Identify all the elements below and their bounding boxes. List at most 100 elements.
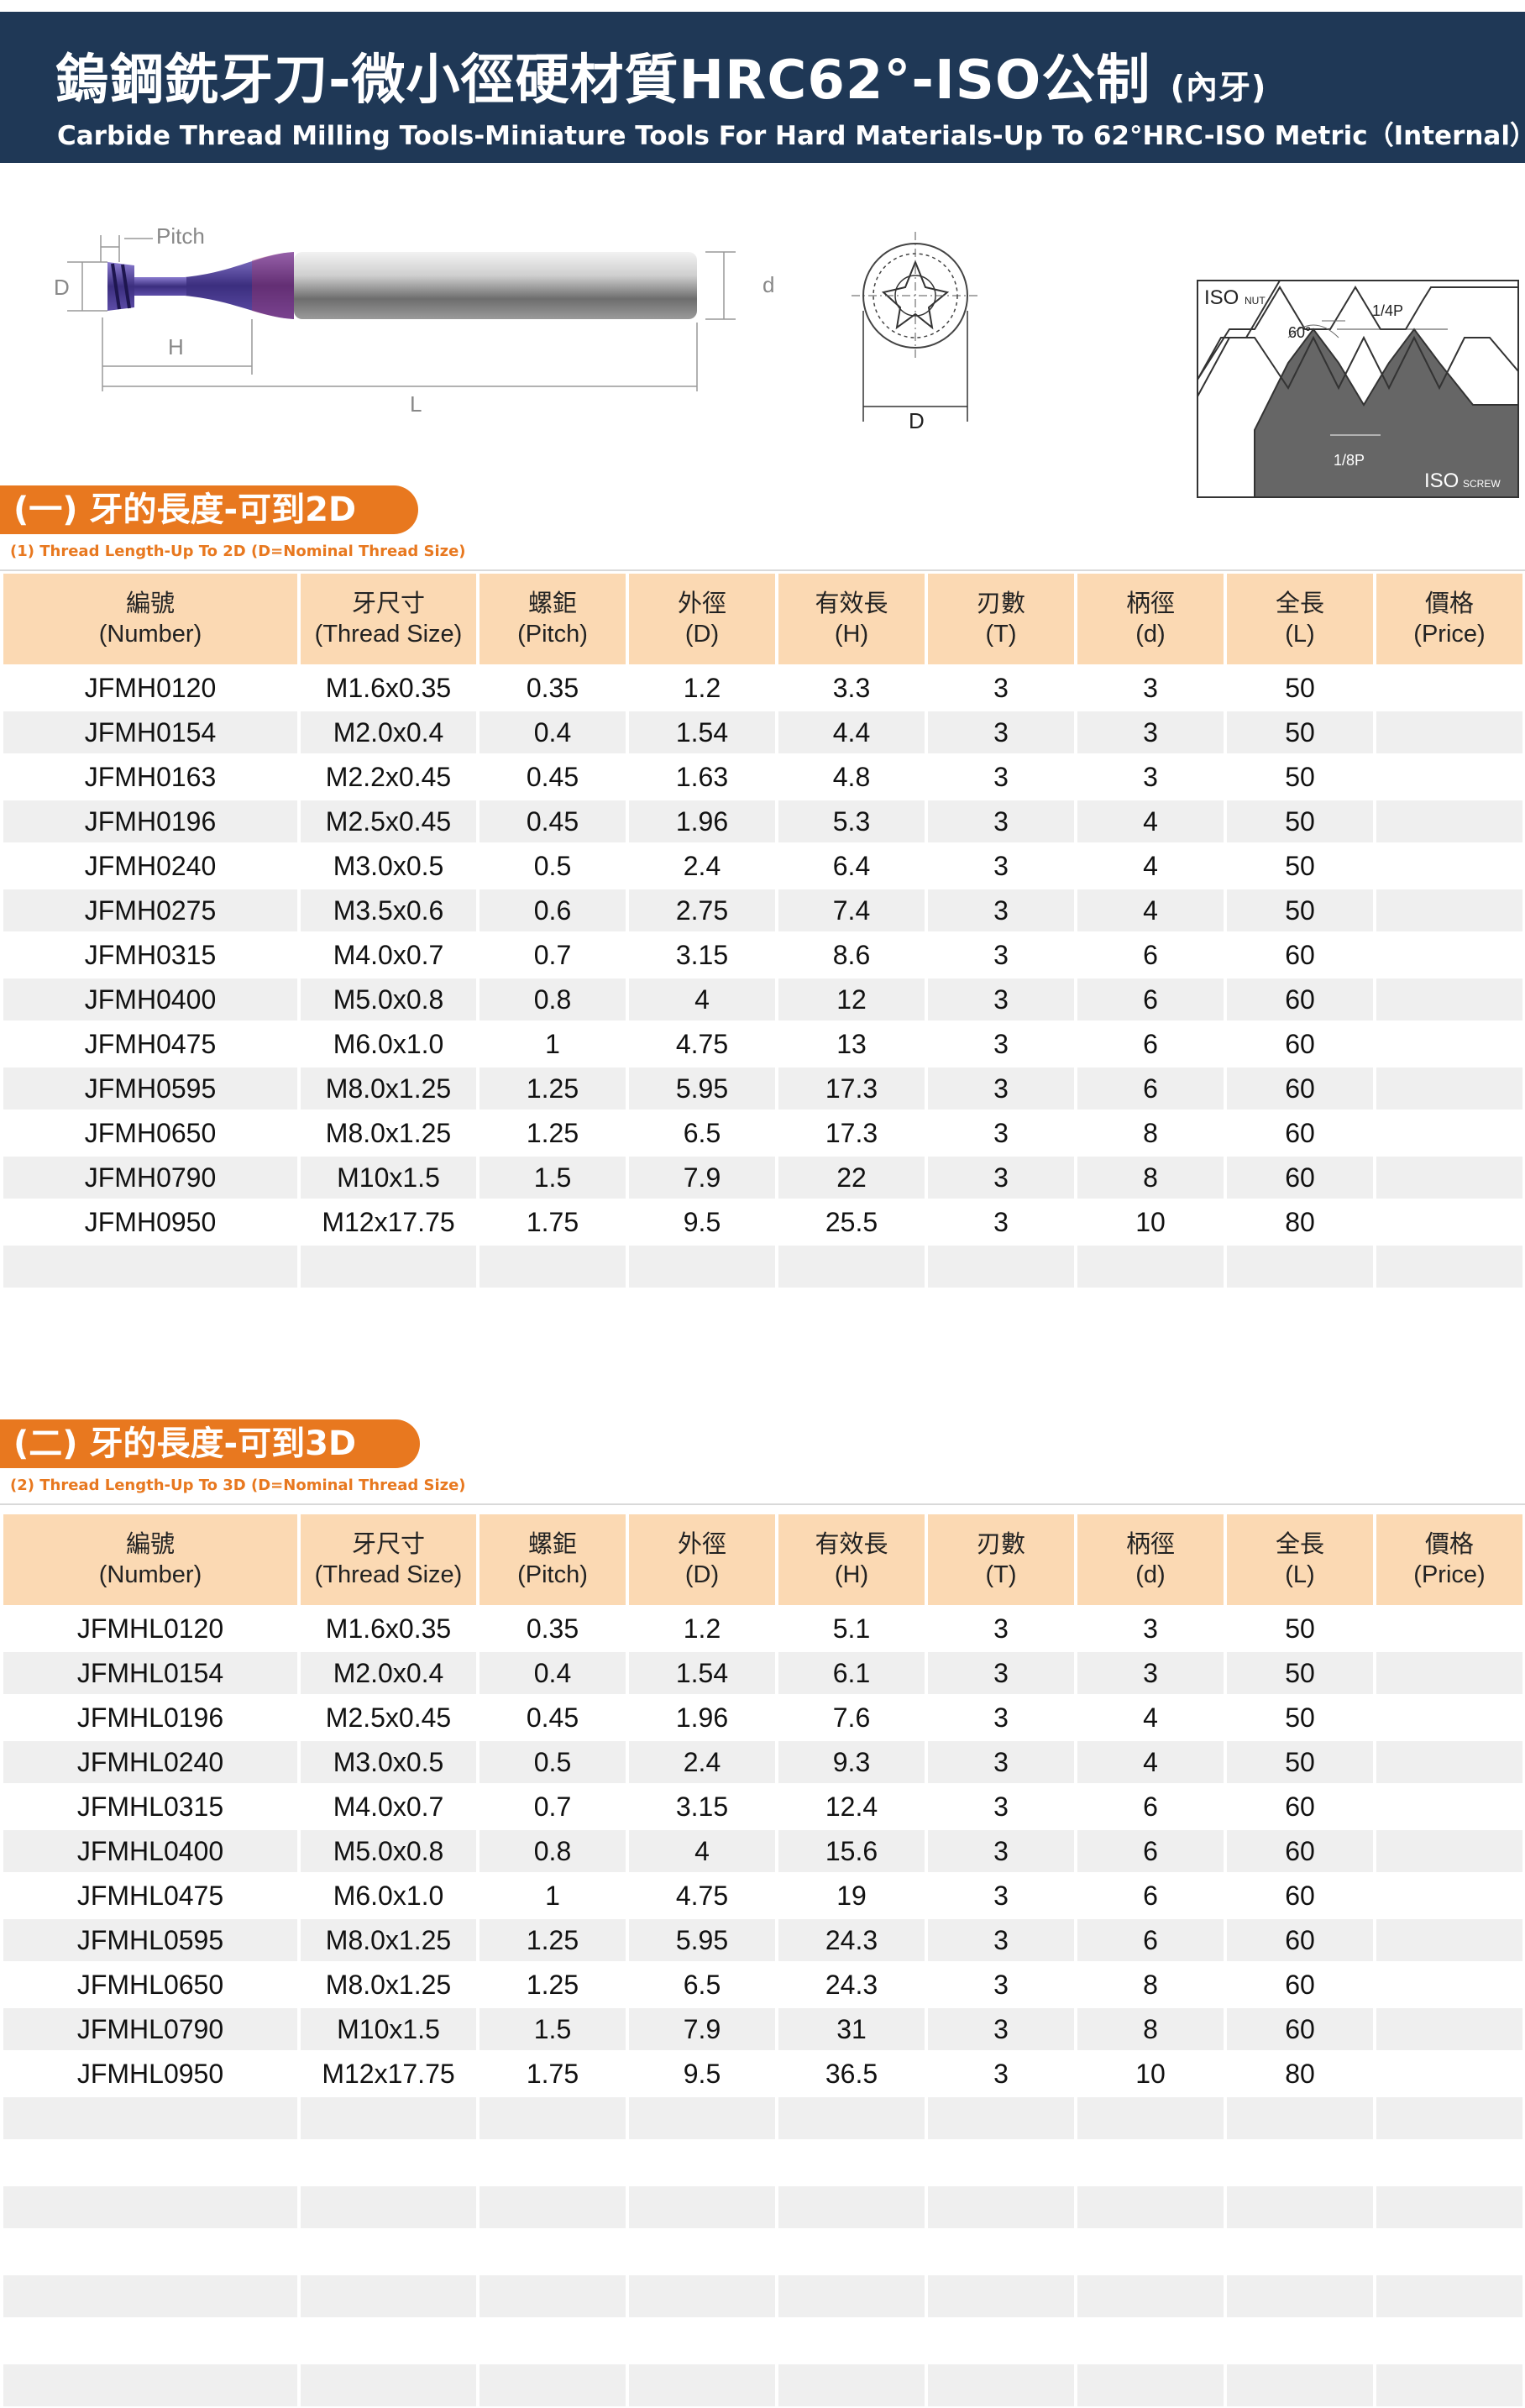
table-cell: 1 [545,1880,560,1911]
table-cell: 1.25 [526,1969,579,2000]
table-cell [1376,1246,1522,1288]
table-cell [778,2097,925,2139]
column-header-en: (D) [684,621,720,648]
table-cell [1227,1246,1373,1288]
table-cell: 0.45 [526,761,579,792]
table-cell [480,2142,626,2184]
table-cell [1376,1023,1522,1065]
table-cell [301,2364,476,2406]
table-cell: 19 [836,1880,867,1911]
table-row: JFMHL0315 M4.0x0.7 0.7 3.15 12.4 3 6 60 [3,1786,1522,1828]
table-cell: 9.3 [778,1741,925,1783]
table-cell: 17.3 [825,1117,878,1148]
table-cell: 3 [993,1791,1009,1822]
h-label: H [168,334,184,359]
column-header-zh: 螺鉅 [527,1529,577,1558]
table-cell [3,1246,297,1288]
table-cell: 8 [1077,2008,1224,2050]
table-cell [1376,1875,1522,1917]
table-cell: JFMHL0240 [3,1741,297,1783]
table-cell [629,2320,775,2362]
table-cell [1376,2231,1522,2273]
table-cell [1376,1786,1522,1828]
table-cell: 17.3 [778,1068,925,1110]
table-cell: 1 [545,1028,560,1059]
table-cell: 6.4 [832,850,871,881]
table-cell: JFMHL0650 [76,1969,224,2000]
table-cell: 50 [1227,1652,1373,1694]
table-cell: 5.95 [629,1068,775,1110]
table-cell: JFMH0196 [3,800,297,842]
table-cell: 0.35 [526,672,579,703]
table-cell [3,2231,297,2273]
tool-end-view-diagram: D [852,232,979,433]
table-cell [1376,845,1522,887]
table-cell: 1.25 [480,1068,626,1110]
column-header-zh: 刃數 [976,1529,1025,1558]
column-header-zh: 牙尺寸 [351,589,425,617]
table-cell: 1.63 [675,761,729,792]
table-cell: 1.96 [629,800,775,842]
table-cell: 10 [1135,1206,1166,1237]
table-cell: 3 [928,1157,1074,1199]
table-cell: M5.0x0.8 [301,978,476,1020]
table-cell: JFMH0595 [3,1068,297,1110]
blank-row [3,2142,1522,2184]
table-cell: 5.3 [778,800,925,842]
table-row: JFMHL0790 M10x1.5 1.5 7.9 31 3 8 60 [3,2008,1522,2050]
table-cell: 60 [1285,1028,1315,1059]
table-cell: 50 [1227,800,1373,842]
table-cell: M4.0x0.7 [333,1791,444,1822]
table-cell [1376,1652,1522,1694]
table-cell: 6 [1077,1830,1224,1872]
table-row: JFMH0475 M6.0x1.0 1 4.75 13 3 6 60 [3,1023,1522,1065]
table-cell [301,1246,476,1288]
table-cell [778,1246,925,1288]
table-cell: 3 [928,1741,1074,1783]
table-cell: M12x17.75 [322,1206,455,1237]
table-cell: 50 [1285,672,1315,703]
table-cell: JFMHL0154 [3,1652,297,1694]
table-cell: 0.8 [480,1830,626,1872]
table-cell: 3 [993,672,1009,703]
table-cell [1376,667,1522,709]
column-header: 編號 (Number) [3,574,297,664]
table-cell [629,2364,775,2406]
table-cell: 8.6 [832,939,871,970]
table-cell: 3 [928,800,1074,842]
table-cell [1376,2008,1522,2050]
table-cell: M2.5x0.45 [301,800,476,842]
table-cell [1376,1201,1522,1243]
column-header-zh: 螺鉅 [527,589,577,617]
column-header-en: (L) [1285,621,1315,648]
table-cell: JFMH0163 [84,761,217,792]
table-cell: 3 [993,1206,1009,1237]
table-cell: 60 [1285,939,1315,970]
table-cell [3,2186,297,2228]
iso-thread-profile-diagram: ISO NUT 60° 1/4P 1/8P ISO SCREW [1197,280,1519,498]
table-cell: 0.7 [533,939,572,970]
table-cell: 0.6 [480,889,626,931]
column-header: 牙尺寸 (Thread Size) [301,1514,476,1605]
table-cell: 22 [778,1157,925,1199]
table-cell: 60 [1227,978,1373,1020]
table-cell: 4 [629,978,775,1020]
table-row: JFMH0595 M8.0x1.25 1.25 5.95 17.3 3 6 60 [3,1068,1522,1110]
table-cell: 50 [1285,1702,1315,1733]
table-cell: 3 [1143,761,1158,792]
table-cell: 7.4 [778,889,925,931]
table-cell: 12.4 [825,1791,878,1822]
table-cell [1376,1068,1522,1110]
table-cell: 9.5 [683,1206,721,1237]
table-cell [928,2142,1074,2184]
table-cell: JFMHL0315 [76,1791,224,1822]
table-cell: 3 [993,761,1009,792]
table-cell: 50 [1285,761,1315,792]
table-cell: 3 [928,1919,1074,1961]
table-cell [629,2231,775,2273]
table-cell: 6.5 [683,1117,721,1148]
table-row: JFMH0196 M2.5x0.45 0.45 1.96 5.3 3 4 50 [3,800,1522,842]
table-cell: M3.0x0.5 [301,1741,476,1783]
table-cell: 60 [1227,1919,1373,1961]
table-cell [1376,1964,1522,2006]
